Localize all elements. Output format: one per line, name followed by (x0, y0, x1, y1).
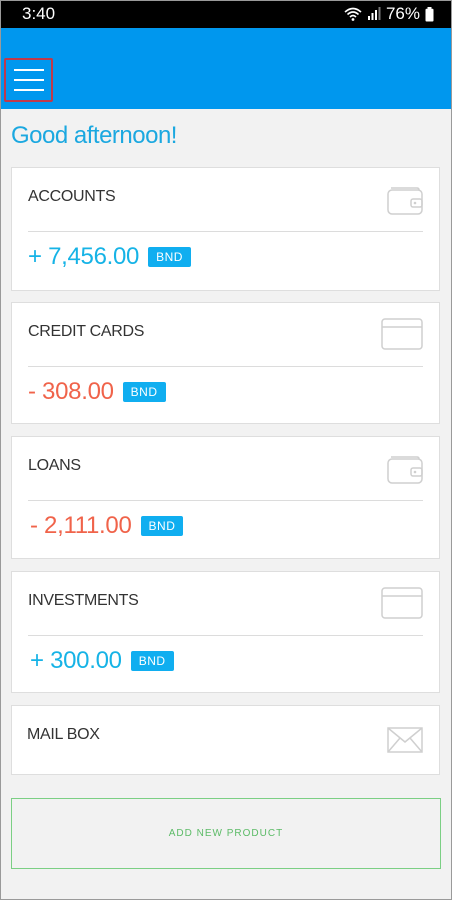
battery-icon (425, 6, 434, 22)
currency-badge: BND (140, 516, 184, 536)
menu-button[interactable] (4, 58, 53, 102)
greeting: Good afternoon! (11, 122, 177, 149)
menu-icon-bar (13, 89, 44, 91)
credit-card-icon (381, 587, 423, 624)
app-bar (0, 28, 452, 109)
status-bar: 3:40 76% (0, 0, 452, 28)
accounts-card[interactable]: ACCOUNTS + 7,456.00 BND (11, 167, 440, 291)
investments-card[interactable]: INVESTMENTS + 300.00 BND (11, 571, 440, 693)
amount-row: + 7,456.00 BND (28, 243, 191, 271)
amount-value: - 2,111.00 (30, 512, 132, 539)
currency-badge: BND (122, 382, 166, 402)
amount-value: + 7,456.00 (28, 243, 140, 270)
card-divider (28, 231, 423, 232)
card-divider (28, 635, 423, 636)
amount-row: - 308.00 BND (28, 378, 166, 406)
amount-row: + 300.00 BND (30, 647, 174, 675)
wallet-icon (387, 452, 423, 489)
status-icons: 76% (344, 4, 434, 24)
signal-icon (367, 7, 381, 21)
amount-row: - 2,111.00 BND (30, 512, 184, 540)
credit-cards-card[interactable]: CREDIT CARDS - 308.00 BND (11, 302, 440, 424)
credit-card-icon (381, 318, 423, 355)
menu-icon (13, 69, 44, 71)
loans-card[interactable]: LOANS - 2,111.00 BND (11, 436, 440, 559)
status-time: 3:40 (22, 4, 56, 23)
card-title: LOANS (28, 457, 81, 474)
currency-badge: BND (148, 247, 191, 267)
wifi-icon (344, 7, 362, 21)
battery-level: 76% (385, 4, 420, 23)
card-title: CREDIT CARDS (28, 323, 145, 340)
mail-box-card[interactable]: MAIL BOX (11, 705, 440, 775)
add-new-product-button[interactable]: ADD NEW PRODUCT (11, 798, 441, 869)
card-title: INVESTMENTS (28, 592, 139, 609)
menu-icon-bar (13, 79, 44, 81)
card-title: ACCOUNTS (28, 188, 116, 205)
wallet-icon (387, 183, 423, 220)
mail-icon (387, 727, 423, 758)
currency-badge: BND (130, 651, 174, 671)
amount-value: - 308.00 (28, 378, 114, 405)
card-title: MAIL BOX (27, 726, 100, 743)
amount-value: + 300.00 (30, 647, 122, 674)
card-divider (28, 366, 423, 367)
card-divider (28, 500, 423, 501)
